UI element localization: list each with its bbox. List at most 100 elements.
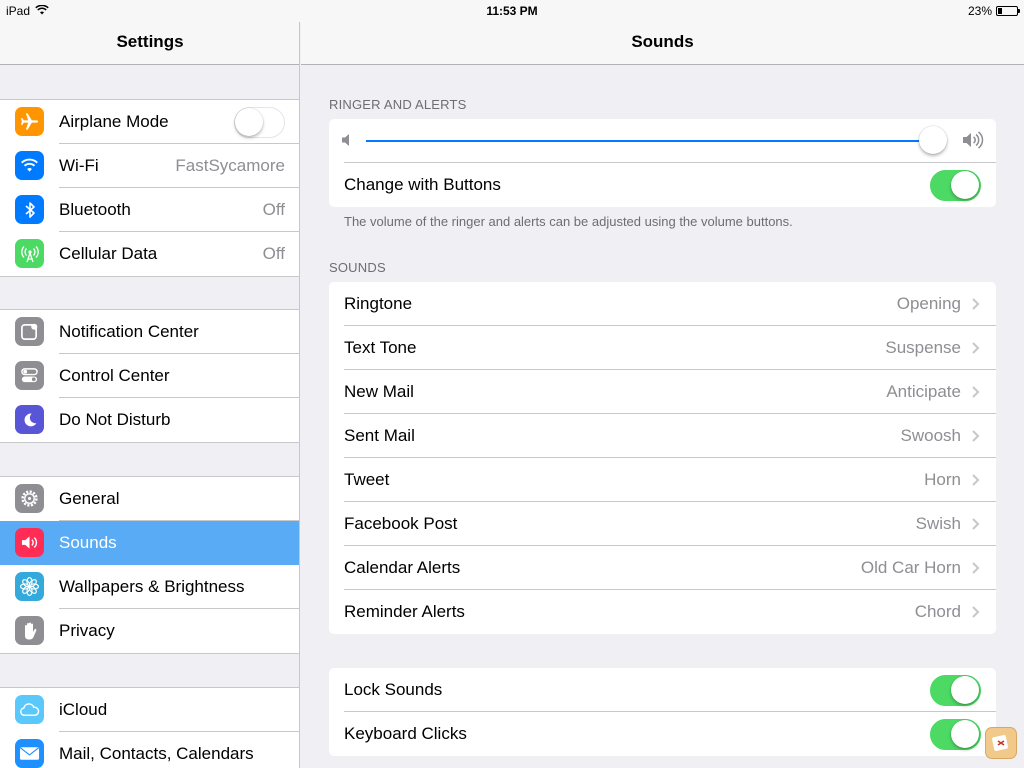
airplane-icon xyxy=(15,107,44,136)
row-value: Suspense xyxy=(885,338,961,357)
sidebar-item-value: Off xyxy=(262,244,285,263)
sound-row-ringtone[interactable]: Ringtone Opening xyxy=(329,282,996,326)
row-label: Text Tone xyxy=(344,338,417,357)
sidebar-title: Settings xyxy=(116,32,184,51)
sidebar-item-do-not-disturb[interactable]: Do Not Disturb xyxy=(0,398,299,442)
chevron-right-icon xyxy=(972,430,980,442)
sidebar-item-value: Off xyxy=(262,200,285,219)
sidebar-item-icloud[interactable]: iCloud xyxy=(0,688,299,732)
change-with-buttons-toggle[interactable] xyxy=(930,169,981,201)
volume-slider-handle[interactable] xyxy=(919,126,947,154)
volume-low-icon xyxy=(341,133,353,152)
lock-sounds-toggle[interactable] xyxy=(930,674,981,706)
sound-row-sent-mail[interactable]: Sent Mail Swoosh xyxy=(329,414,996,458)
wifi-icon xyxy=(15,151,44,180)
sidebar-item-value: FastSycamore xyxy=(175,156,285,175)
ringer-footer-note: The volume of the ringer and alerts can … xyxy=(344,214,793,229)
chevron-right-icon xyxy=(972,386,980,398)
sidebar-item-label: Airplane Mode xyxy=(59,112,169,131)
sidebar-item-wifi[interactable]: Wi-Fi FastSycamore xyxy=(0,144,299,188)
sidebar-group-notifications: Notification Center Control Center Do No… xyxy=(0,309,299,443)
row-value: Swoosh xyxy=(900,426,961,445)
sidebar-item-notification-center[interactable]: Notification Center xyxy=(0,310,299,354)
sidebar-item-sounds[interactable]: Sounds xyxy=(0,521,299,565)
hand-icon xyxy=(15,616,44,645)
sound-row-text-tone[interactable]: Text Tone Suspense xyxy=(329,326,996,370)
row-value: Old Car Horn xyxy=(860,558,961,577)
chevron-right-icon xyxy=(972,562,980,574)
sidebar-item-control-center[interactable]: Control Center xyxy=(0,354,299,398)
keyboard-clicks-row: Keyboard Clicks xyxy=(329,712,996,756)
control-center-icon xyxy=(15,361,44,390)
status-right: 23% xyxy=(967,4,1020,18)
sidebar-item-cellular-data[interactable]: Cellular Data Off xyxy=(0,232,299,276)
bluetooth-icon xyxy=(15,195,44,224)
sidebar-item-label: iCloud xyxy=(59,700,108,719)
volume-slider-track[interactable] xyxy=(366,140,933,142)
cloud-icon xyxy=(15,695,44,724)
sidebar-group-connectivity: Airplane Mode Wi-Fi FastSycamore Bluetoo… xyxy=(0,99,299,277)
sounds-card: Ringtone Opening Text Tone Suspense New … xyxy=(329,282,996,634)
chevron-right-icon xyxy=(972,606,980,618)
status-time: 11:53 PM xyxy=(486,4,538,18)
row-label: Keyboard Clicks xyxy=(344,724,467,743)
sidebar-item-wallpapers-brightness[interactable]: Wallpapers & Brightness xyxy=(0,565,299,609)
row-value: Opening xyxy=(896,294,961,313)
chevron-right-icon xyxy=(972,298,980,310)
sidebar-item-general[interactable]: General xyxy=(0,477,299,521)
sidebar-item-bluetooth[interactable]: Bluetooth Off xyxy=(0,188,299,232)
page-title: Sounds xyxy=(631,32,694,51)
sidebar-item-label: General xyxy=(59,489,120,508)
gear-icon xyxy=(15,484,44,513)
chevron-right-icon xyxy=(972,518,980,530)
notification-icon xyxy=(15,317,44,346)
chevron-right-icon xyxy=(972,342,980,354)
sidebar-item-label: Notification Center xyxy=(59,322,199,341)
ringer-card: Change with Buttons xyxy=(329,119,996,207)
sound-row-reminder-alerts[interactable]: Reminder Alerts Chord xyxy=(329,590,996,634)
sidebar-item-label: Privacy xyxy=(59,621,115,640)
row-label: Ringtone xyxy=(344,294,413,313)
sidebar: Settings Airplane Mode Wi-Fi FastSycamor… xyxy=(0,0,300,768)
row-value: Swish xyxy=(915,514,961,533)
sidebar-item-label: Bluetooth xyxy=(59,200,131,219)
battery-icon xyxy=(996,6,1020,16)
status-bar: iPad 11:53 PM 23% xyxy=(0,0,1024,22)
section-header-ringer: RINGER AND ALERTS xyxy=(329,97,467,112)
sound-row-tweet[interactable]: Tweet Horn xyxy=(329,458,996,502)
sound-row-facebook-post[interactable]: Facebook Post Swish xyxy=(329,502,996,546)
change-with-buttons-row: Change with Buttons xyxy=(329,163,996,207)
sidebar-item-label: Wallpapers & Brightness xyxy=(59,577,245,596)
sidebar-item-label: Sounds xyxy=(59,533,117,552)
sidebar-item-mail-contacts-calendars[interactable]: Mail, Contacts, Calendars xyxy=(0,732,299,768)
toggle-knob xyxy=(235,107,263,136)
flower-icon xyxy=(15,572,44,601)
mail-icon xyxy=(15,739,44,768)
battery-percent: 23% xyxy=(967,4,992,18)
row-value: Horn xyxy=(924,470,961,489)
sidebar-item-privacy[interactable]: Privacy xyxy=(0,609,299,653)
cellular-icon xyxy=(15,239,44,268)
section-header-sounds: SOUNDS xyxy=(329,260,386,275)
sidebar-group-accounts: iCloud Mail, Contacts, Calendars xyxy=(0,687,299,768)
moon-icon xyxy=(15,405,44,434)
airplane-mode-toggle[interactable] xyxy=(234,106,285,138)
row-label: Sent Mail xyxy=(344,426,415,445)
sidebar-item-airplane-mode[interactable]: Airplane Mode xyxy=(0,100,299,144)
system-sounds-card: Lock Sounds Keyboard Clicks xyxy=(329,668,996,756)
floating-app-icon[interactable] xyxy=(985,727,1017,759)
row-label: New Mail xyxy=(344,382,414,401)
keyboard-clicks-toggle[interactable] xyxy=(930,718,981,750)
sidebar-item-label: Wi-Fi xyxy=(59,156,99,175)
sound-row-calendar-alerts[interactable]: Calendar Alerts Old Car Horn xyxy=(329,546,996,590)
row-label: Facebook Post xyxy=(344,514,458,533)
row-label: Tweet xyxy=(344,470,390,489)
sound-row-new-mail[interactable]: New Mail Anticipate xyxy=(329,370,996,414)
row-label: Reminder Alerts xyxy=(344,602,465,621)
sidebar-item-label: Cellular Data xyxy=(59,244,158,263)
toggle-knob xyxy=(951,719,979,748)
volume-high-icon xyxy=(962,130,984,155)
chevron-right-icon xyxy=(972,474,980,486)
change-with-buttons-label: Change with Buttons xyxy=(344,175,501,194)
volume-slider-row xyxy=(329,119,996,163)
